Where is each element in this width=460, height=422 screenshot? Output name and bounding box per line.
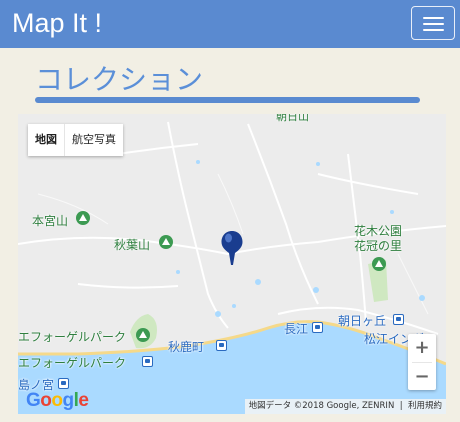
brand-title[interactable]: Map It !	[12, 7, 102, 39]
map-label-hanakanmuri: 花冠の里	[354, 239, 403, 253]
train-station-icon[interactable]	[58, 378, 69, 389]
title-underline	[35, 97, 420, 103]
menu-toggle-button[interactable]	[411, 6, 455, 40]
park-icon[interactable]	[372, 257, 386, 271]
mountain-icon[interactable]	[159, 235, 173, 249]
navbar: Map It !	[0, 0, 460, 48]
park-icon[interactable]	[136, 328, 150, 342]
map-label-akiba-san: 秋葉山	[114, 238, 151, 252]
map-label-akashika-machi: 秋鹿町	[168, 340, 205, 354]
map-label-nagae: 長江	[284, 322, 309, 336]
zoom-out-button[interactable]: −	[408, 363, 436, 391]
attribution-text: 地図データ ©2018 Google, ZENRIN	[248, 401, 395, 411]
zoom-in-button[interactable]: +	[408, 334, 436, 362]
train-station-icon[interactable]	[142, 356, 153, 367]
terms-link[interactable]: 利用規約	[408, 401, 442, 411]
map-type-map-button[interactable]: 地図	[28, 124, 64, 156]
train-station-icon[interactable]	[216, 340, 227, 351]
page-title: コレクション	[35, 63, 204, 96]
map-attribution: 地図データ ©2018 Google, ZENRIN | 利用規約	[244, 399, 446, 414]
map-pin-icon[interactable]	[220, 230, 244, 266]
map-label-vogel-park-1: エフォーゲルパーク	[18, 330, 127, 344]
hamburger-icon	[423, 17, 444, 19]
train-station-icon[interactable]	[312, 322, 323, 333]
map-label-hongu-san: 本宮山	[32, 214, 69, 228]
train-station-icon[interactable]	[393, 314, 404, 325]
google-logo[interactable]: Google	[26, 390, 89, 412]
map-label-top-partial: 朝日山	[276, 114, 309, 123]
zoom-control: + −	[408, 334, 436, 390]
map-label-asahigaoka: 朝日ヶ丘	[338, 314, 387, 328]
mountain-icon[interactable]	[76, 211, 90, 225]
map-view[interactable]: 地図 航空写真 朝日山 本宮山 秋葉山 花木公園 花冠の里 エフォーゲルパーク …	[18, 114, 446, 414]
map-type-satellite-button[interactable]: 航空写真	[65, 124, 123, 156]
map-label-vogel-park-2: エフォーゲルパーク	[18, 356, 127, 370]
map-type-control: 地図 航空写真	[28, 124, 123, 156]
